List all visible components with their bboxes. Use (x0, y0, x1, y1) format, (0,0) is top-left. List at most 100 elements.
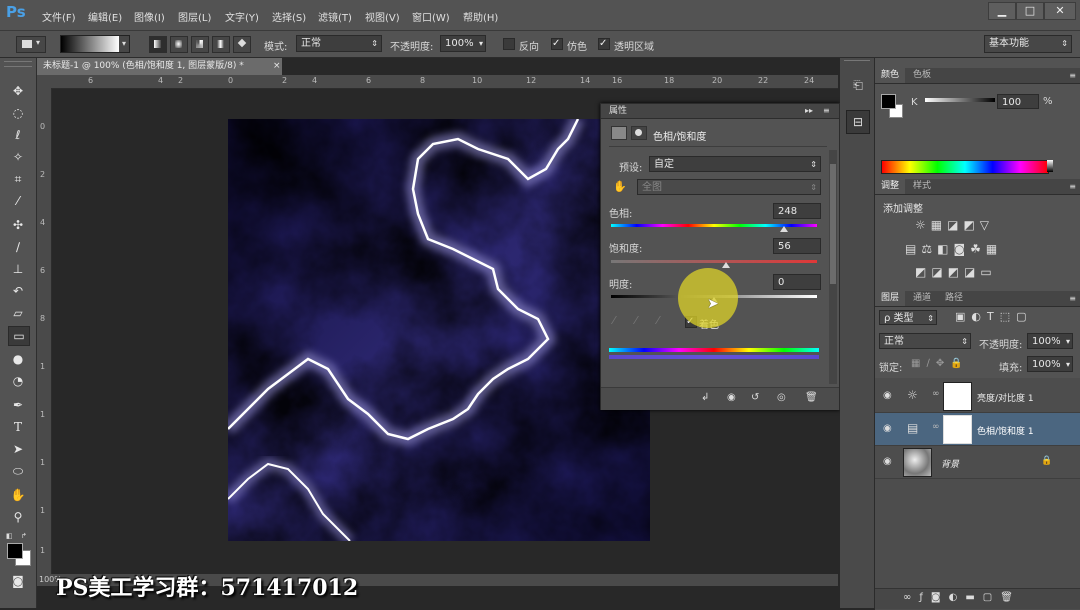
path-selection-tool-icon[interactable]: ➤ (8, 440, 28, 458)
lock-all-icon[interactable]: 🔒 (950, 358, 968, 369)
eraser-tool-icon[interactable]: ▱ (8, 304, 28, 322)
hue-slider-thumb[interactable] (780, 226, 789, 232)
fx-icon[interactable]: ƒ (919, 592, 931, 603)
saturation-slider-thumb[interactable] (722, 262, 731, 268)
selective-color-icon[interactable]: ◪ (964, 265, 980, 279)
visibility-eye-icon[interactable]: ◉ (883, 423, 892, 434)
saturation-field[interactable]: 56 (773, 238, 821, 254)
tab-color[interactable]: 颜色 (875, 68, 906, 83)
zoom-tool-icon[interactable]: ⚲ (8, 508, 28, 526)
menu-image[interactable]: 图像(I) (134, 9, 165, 24)
gradient-map-icon[interactable]: ▭ (980, 265, 996, 279)
tool-preset-picker[interactable]: ▾ (16, 36, 46, 53)
gradient-tool-icon[interactable]: ▭ (8, 326, 30, 346)
menu-file[interactable]: 文件(F) (42, 9, 76, 24)
mode-select[interactable]: 正常 ⇕ (296, 35, 382, 52)
bw-ramp[interactable] (1047, 160, 1053, 172)
hand-tool-icon[interactable]: ✋ (8, 486, 28, 504)
reflected-gradient-button[interactable] (212, 36, 230, 53)
color-lookup-icon[interactable]: ▦ (986, 242, 1002, 256)
tab-styles[interactable]: 样式 (907, 179, 937, 194)
layer-row[interactable]: ◉ ☼ ∞ 亮度/对比度 1 (875, 380, 1080, 413)
history-icon[interactable]: ⎗ (848, 78, 868, 98)
eyedropper-icon[interactable]: ⁄ (613, 314, 615, 327)
gradient-picker[interactable]: ▾ (60, 35, 130, 53)
tab-layers[interactable]: 图层 (875, 291, 906, 306)
dither-checkbox[interactable]: ✓ (551, 38, 563, 50)
maximize-button[interactable]: □ (1016, 2, 1044, 20)
type-tool-icon[interactable]: T (8, 418, 28, 436)
transparency-checkbox[interactable]: ✓ (598, 38, 610, 50)
collapse-panel-icon[interactable]: ▸▸ (805, 104, 813, 118)
new-group-icon[interactable]: ▬ (965, 592, 982, 603)
properties-panel-icon[interactable]: ⊟ (846, 110, 870, 134)
document-canvas[interactable] (228, 119, 650, 541)
healing-brush-tool-icon[interactable]: ✣ (8, 216, 28, 234)
photo-filter-icon[interactable]: ◙ (953, 242, 970, 256)
brush-tool-icon[interactable]: ∕ (8, 238, 28, 256)
hue-saturation-icon[interactable] (611, 126, 627, 140)
lock-position-icon[interactable]: ✥ (936, 358, 950, 369)
foreground-color-swatch[interactable] (7, 543, 23, 559)
lightness-field[interactable]: 0 (773, 274, 821, 290)
linear-gradient-button[interactable] (149, 36, 167, 53)
menu-view[interactable]: 视图(V) (365, 9, 400, 24)
fill-field[interactable]: 100% ▾ (1027, 356, 1073, 372)
targeted-adjustment-hand-icon[interactable]: ✋ (613, 180, 627, 193)
tab-swatches[interactable]: 色板 (907, 68, 937, 83)
move-tool-icon[interactable]: ✥ (8, 82, 28, 100)
black-white-icon[interactable]: ◧ (937, 242, 953, 256)
diamond-gradient-button[interactable] (233, 36, 251, 53)
layer-row[interactable]: ◉ 背景 🔒 (875, 446, 1080, 479)
eyedropper-tool-icon[interactable]: ⁄ (8, 192, 28, 210)
levels-icon[interactable]: ▦ (931, 218, 947, 232)
type-filter-icon[interactable]: T (987, 310, 1000, 323)
color-balance-icon[interactable]: ⚖ (921, 242, 937, 256)
scrollbar-thumb[interactable] (830, 164, 836, 284)
magic-wand-tool-icon[interactable]: ✧ (8, 148, 28, 166)
view-previous-icon[interactable]: ◉ (727, 392, 736, 403)
foreground-swatch[interactable] (881, 94, 896, 109)
blend-mode-select[interactable]: 正常 ⇕ (879, 333, 971, 349)
eyedropper-plus-icon[interactable]: ⁄ (635, 314, 637, 327)
link-layers-icon[interactable]: ∞ (903, 592, 919, 603)
invert-icon[interactable]: ◩ (915, 265, 931, 279)
pen-tool-icon[interactable]: ✒ (8, 396, 28, 414)
exposure-icon[interactable]: ◩ (963, 218, 979, 232)
panel-menu-icon[interactable]: ≡ (1069, 179, 1076, 194)
layer-row-selected[interactable]: ◉ ▤ ∞ 色相/饱和度 1 (875, 413, 1080, 446)
strip-grip[interactable] (844, 60, 870, 65)
new-layer-icon[interactable]: ▢ (983, 592, 1000, 603)
tab-channels[interactable]: 通道 (907, 291, 937, 306)
hue-sat-icon[interactable]: ▤ (905, 242, 921, 256)
history-brush-tool-icon[interactable]: ↶ (8, 282, 28, 300)
close-tab-icon[interactable]: × (273, 58, 281, 75)
reverse-checkbox[interactable] (503, 38, 515, 50)
opacity-field[interactable]: 100% ▾ (440, 35, 486, 52)
menu-edit[interactable]: 编辑(E) (88, 9, 122, 24)
visibility-eye-icon[interactable]: ◉ (883, 390, 892, 401)
default-colors-icon[interactable]: ◧ (6, 532, 14, 540)
layer-opacity-field[interactable]: 100% ▾ (1027, 333, 1073, 349)
adjustment-filter-icon[interactable]: ◐ (971, 310, 987, 323)
threshold-icon[interactable]: ◩ (948, 265, 964, 279)
k-slider[interactable] (925, 98, 995, 102)
menu-filter[interactable]: 滤镜(T) (318, 9, 352, 24)
menu-help[interactable]: 帮助(H) (463, 9, 498, 24)
saturation-slider-track[interactable] (611, 260, 817, 263)
add-mask-icon[interactable]: ◙ (931, 592, 949, 603)
lasso-tool-icon[interactable]: ℓ (8, 126, 28, 144)
hue-field[interactable]: 248 (773, 203, 821, 219)
channel-mixer-icon[interactable]: ☘ (970, 242, 986, 256)
smart-object-filter-icon[interactable]: ▢ (1016, 310, 1032, 323)
vibrance-icon[interactable]: ▽ (980, 218, 994, 232)
tab-paths[interactable]: 路径 (939, 291, 969, 306)
new-adjustment-icon[interactable]: ◐ (949, 592, 966, 603)
panel-menu-icon[interactable]: ≡ (1069, 291, 1076, 306)
properties-scrollbar[interactable] (829, 150, 837, 384)
close-button[interactable]: ✕ (1044, 2, 1076, 20)
toolbox-grip[interactable] (4, 61, 32, 67)
panel-menu-icon[interactable]: ≡ (823, 104, 830, 118)
color-spectrum-ramp[interactable] (881, 160, 1049, 174)
menu-select[interactable]: 选择(S) (272, 9, 306, 24)
